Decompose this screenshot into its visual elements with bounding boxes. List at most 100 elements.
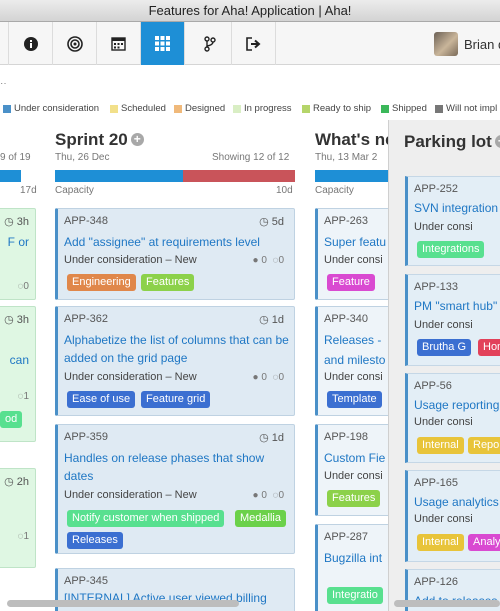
card-title-fragment[interactable]: F or [8,233,29,251]
sprint-capacity-days: 10d [276,185,293,196]
tag[interactable]: Hom [478,339,500,356]
legend-item: Will not impl [435,103,497,114]
card-status: Under consi [414,513,473,525]
tag[interactable]: Engineering [67,274,136,291]
tag[interactable]: Medallia [235,510,286,527]
calendar-icon [111,37,126,51]
sprint-capacity-over [183,170,295,182]
tag[interactable]: Repo [468,437,500,454]
branch-button[interactable] [188,22,232,65]
tag[interactable]: Features [141,274,195,291]
left-card[interactable]: ◷ 3h F or ◌0 [0,208,36,300]
tag[interactable]: Releases [67,532,123,549]
feature-card[interactable]: APP-359 ◷ 1d Handles on release phases t… [55,424,295,554]
estimate-value: 5d [271,216,284,228]
parking-lot-scrollbar[interactable] [394,600,500,607]
sign-out-icon [245,36,261,51]
tag[interactable]: od [0,411,23,428]
sprint-capacity-label: Capacity [55,185,94,196]
legend-label: Will not impl [446,103,498,114]
legend-swatch [174,104,182,113]
grid-button[interactable] [141,22,185,65]
card-status: Under consi [414,416,473,428]
feature-card[interactable]: APP-263 Super featu Under consi Feature [315,208,395,300]
board-scrollbar[interactable] [7,600,239,607]
estimate: ◷ 1d [259,432,284,444]
card-id: APP-345 [64,575,109,587]
user-name: Brian d [464,36,500,52]
card-title[interactable]: Usage analytics - [414,493,500,511]
feature-card[interactable]: APP-133 PM "smart hub" Under consi Bruth… [405,274,500,366]
legend-swatch [233,104,241,113]
card-title[interactable]: Handles on release phases that show date… [64,449,289,485]
add-icon[interactable]: + [130,133,144,146]
left-card[interactable]: ◷ 2h ◌1 [0,468,36,568]
card-title[interactable]: Releases - [324,331,381,349]
info-button[interactable] [9,22,53,65]
card-title[interactable]: Custom Fie [324,449,385,467]
tag[interactable]: Feature grid [141,391,211,408]
card-counts: ● 0 ◌0 [253,255,284,266]
legend-swatch [302,104,310,113]
sign-out-button[interactable] [232,22,276,65]
card-status: Under consi [414,221,473,233]
feature-card[interactable]: APP-165 Usage analytics - Under consi In… [405,470,500,562]
legend-swatch [435,104,443,113]
card-title[interactable]: PM "smart hub" [414,297,497,315]
left-card[interactable]: ◷ 3h can ◌1 od [0,306,36,442]
tag[interactable]: Notify customer when shipped [67,510,225,527]
tag[interactable]: Internal [417,437,464,454]
target-button[interactable] [53,22,97,65]
card-title[interactable]: Bugzilla int [324,549,382,567]
tag[interactable]: Integratio [327,587,383,604]
add-icon[interactable]: + [494,135,500,148]
feature-card[interactable]: APP-198 Custom Fie Under consi Features [315,424,395,516]
card-title[interactable]: Add "assignee" at requirements level [64,233,289,251]
card-id: APP-263 [324,215,369,227]
card-title-line2[interactable]: and milesto [324,351,385,369]
card-title[interactable]: Usage reporting [414,396,499,414]
legend-item: Shipped [381,103,427,114]
tag[interactable]: Brutha G [417,339,472,356]
target-icon [66,35,83,52]
card-title-fragment[interactable]: can [10,351,29,369]
left-capacity-days: 17d [20,185,37,196]
tag[interactable]: Feature [327,274,375,291]
legend-swatch [110,104,118,113]
branch-icon [203,35,216,52]
card-title[interactable]: Super featu [324,233,386,251]
feature-card[interactable]: APP-287 Bugzilla int Integratio [315,524,395,611]
user-menu[interactable]: Brian d [434,30,500,58]
card-id: APP-133 [414,281,459,293]
more-dots[interactable]: ‥ [0,76,7,87]
card-title[interactable]: Alphabetize the list of columns that can… [64,331,289,367]
card-status: Under consi [414,319,473,331]
avatar [434,32,458,56]
estimate: ◷ 3h [4,314,29,326]
tag[interactable]: Analy [468,534,500,551]
tag[interactable]: Features [327,490,381,507]
feature-card[interactable]: APP-56 Usage reporting Under consi Inter… [405,373,500,463]
grid-icon [155,36,170,51]
comments-icon: ◌1 [17,391,29,402]
feature-card[interactable]: APP-348 ◷ 5d Add "assignee" at requireme… [55,208,295,300]
feature-card[interactable]: APP-362 ◷ 1d Alphabetize the list of col… [55,306,295,416]
legend-label: Shipped [392,103,427,114]
calendar-button[interactable] [97,22,141,65]
legend-swatch [3,104,11,113]
estimate-value: 1d [271,432,284,444]
feature-card[interactable]: APP-252 SVN integration Under consi Inte… [405,176,500,266]
tag[interactable]: Ease of use [67,391,136,408]
comments-icon: ◌0 [17,281,29,292]
sprint-title: Sprint 20 [55,130,128,149]
feature-card[interactable]: APP-340 Releases - and milesto Under con… [315,306,395,416]
legend-item: Under consideration [3,103,99,114]
tag[interactable]: Internal [417,534,464,551]
column-title-parking-lot: Parking lot+ [404,132,500,152]
tag[interactable]: Template [327,391,382,408]
sprint-capacity-used [55,170,183,182]
card-counts: ● 0 ◌0 [253,490,284,501]
card-title[interactable]: SVN integration [414,199,498,217]
tag[interactable]: Integrations [417,241,485,258]
estimate-value: 1d [271,314,284,326]
